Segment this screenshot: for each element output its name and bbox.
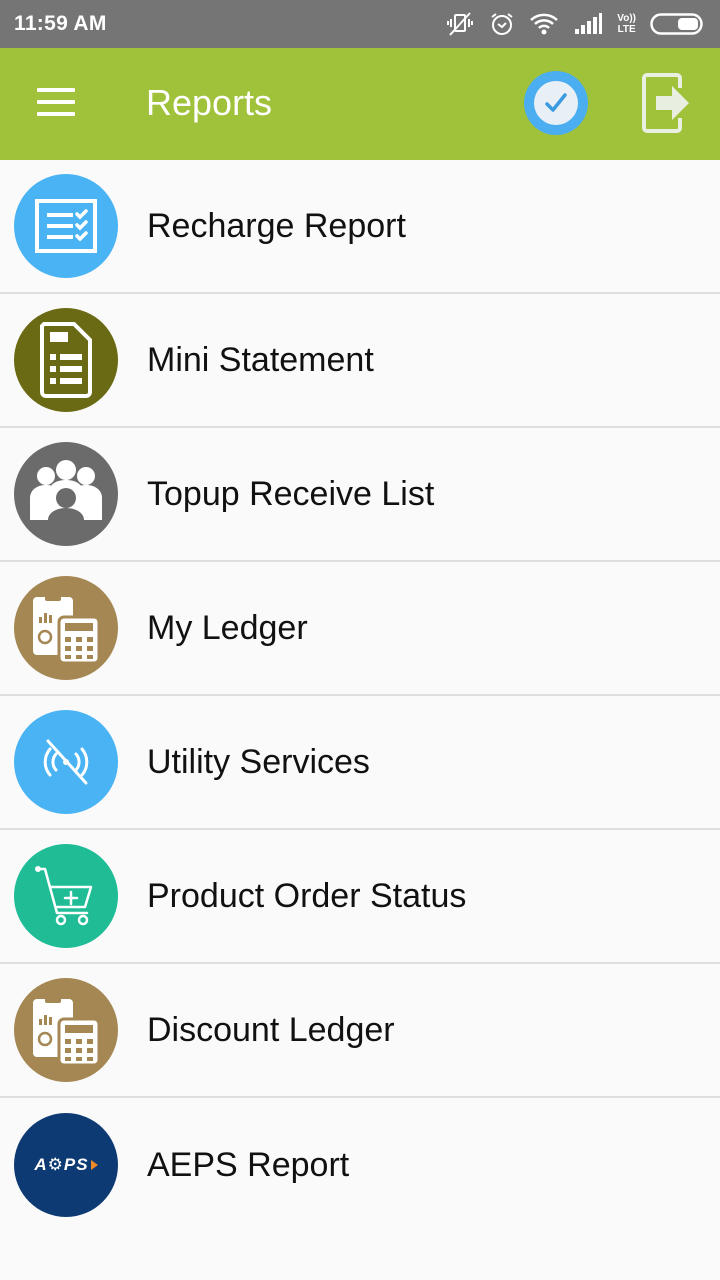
list-item-product-order-status[interactable]: Product Order Status	[0, 830, 720, 964]
hamburger-line	[37, 100, 75, 104]
alarm-icon	[489, 11, 515, 37]
item-label: Mini Statement	[147, 340, 374, 379]
check-circle-icon	[534, 81, 578, 125]
list-item-topup-receive-list[interactable]: Topup Receive List	[0, 428, 720, 562]
logout-button[interactable]	[640, 72, 694, 134]
battery-icon	[650, 12, 706, 36]
reports-list: Recharge Report Mini Statement Topup Rec…	[0, 160, 720, 1232]
list-item-discount-ledger[interactable]: Discount Ledger	[0, 964, 720, 1098]
document-list-icon	[14, 308, 118, 412]
status-icons: Vo)) LTE	[445, 11, 706, 37]
aeps-logo-arrow	[90, 1160, 98, 1170]
list-item-aeps-report[interactable]: A⚙PS AEPS Report	[0, 1098, 720, 1232]
item-label: AEPS Report	[147, 1145, 350, 1184]
page-title: Reports	[146, 82, 273, 123]
item-label: Topup Receive List	[147, 474, 435, 513]
item-label: Recharge Report	[147, 206, 406, 245]
item-label: My Ledger	[147, 608, 308, 647]
check-button[interactable]	[524, 71, 588, 135]
wifi-icon	[529, 12, 559, 36]
logout-icon	[642, 73, 689, 133]
signal-icon	[573, 13, 603, 35]
signal-off-icon	[14, 710, 118, 814]
app-bar: Reports	[0, 48, 720, 160]
volte-top-label: Vo))	[617, 13, 636, 24]
ledger-calculator-icon	[14, 978, 118, 1082]
menu-button[interactable]	[37, 88, 75, 118]
vibrate-off-icon	[445, 11, 475, 37]
item-label: Discount Ledger	[147, 1010, 395, 1049]
status-time: 11:59 AM	[14, 12, 107, 35]
list-item-utility-services[interactable]: Utility Services	[0, 696, 720, 830]
list-item-recharge-report[interactable]: Recharge Report	[0, 160, 720, 294]
aeps-logo-text: A⚙PS	[34, 1155, 89, 1174]
volte-bottom-label: LTE	[617, 24, 636, 35]
checklist-icon	[14, 174, 118, 278]
status-bar: 11:59 AM Vo)) LTE	[0, 0, 720, 48]
volte-icon: Vo)) LTE	[617, 13, 636, 35]
list-item-mini-statement[interactable]: Mini Statement	[0, 294, 720, 428]
cart-add-icon	[14, 844, 118, 948]
list-item-my-ledger[interactable]: My Ledger	[0, 562, 720, 696]
item-label: Product Order Status	[147, 876, 467, 915]
ledger-calculator-icon	[14, 576, 118, 680]
users-group-icon	[14, 442, 118, 546]
hamburger-line	[37, 88, 75, 92]
hamburger-line	[37, 112, 75, 116]
item-label: Utility Services	[147, 742, 370, 781]
aeps-logo-icon: A⚙PS	[14, 1113, 118, 1217]
